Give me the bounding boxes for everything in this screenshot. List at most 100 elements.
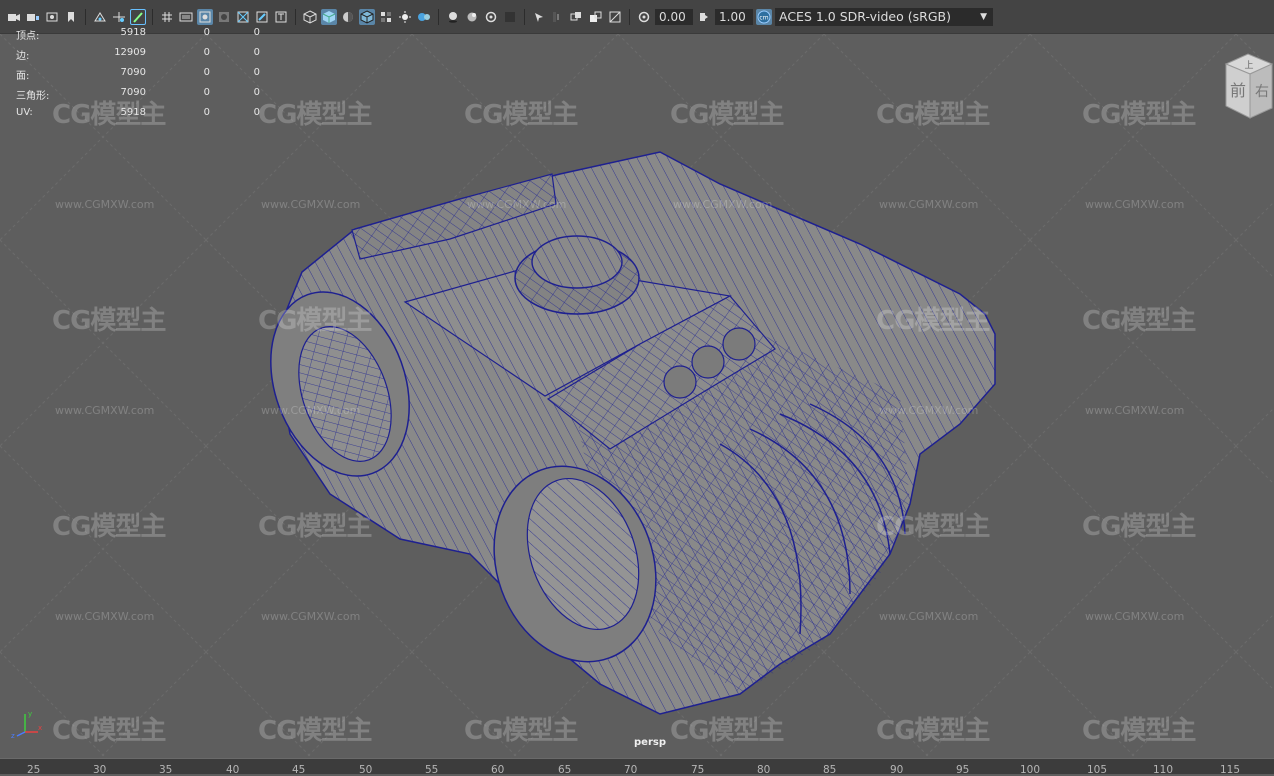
safe-title-icon[interactable]: [273, 9, 289, 25]
gamma-icon[interactable]: [696, 9, 712, 25]
axis-y-label: y: [28, 710, 32, 718]
camera-icon[interactable]: [6, 9, 22, 25]
watermark-url: www.CGMXW.com: [1085, 198, 1185, 211]
xray-active-icon[interactable]: [588, 9, 604, 25]
watermark-logo: CG模型主: [876, 306, 990, 336]
xray-icon[interactable]: [378, 9, 394, 25]
safe-action-icon[interactable]: [254, 9, 270, 25]
toolbar-separator: [524, 9, 525, 25]
ruler-tick: 115: [1220, 764, 1241, 776]
ruler-tick: 25: [27, 764, 41, 776]
anti-aliasing-icon[interactable]: [502, 9, 518, 25]
ruler-tick: 85: [823, 764, 837, 776]
grid-icon[interactable]: [159, 9, 175, 25]
gate-mask-icon[interactable]: [216, 9, 232, 25]
view-cube-front-label[interactable]: 前: [1230, 81, 1246, 100]
film-gate-icon[interactable]: [178, 9, 194, 25]
chevron-down-icon: ▼: [980, 12, 987, 22]
camera-lock-icon[interactable]: [25, 9, 41, 25]
watermark-url: www.CGMXW.com: [1085, 404, 1185, 417]
toolbar-separator: [295, 9, 296, 25]
viewport-canvas: [0, 34, 1274, 758]
motion-blur-icon[interactable]: [483, 9, 499, 25]
xray-joints-icon[interactable]: [569, 9, 585, 25]
watermark-logo: CG模型主: [258, 306, 372, 336]
bookmark-flag-icon[interactable]: [63, 9, 79, 25]
time-slider-ruler[interactable]: 25 30 35 40 45 50 55 60 65 70 75 80 85 9…: [0, 758, 1274, 776]
view-cube-right-label[interactable]: 右: [1255, 84, 1269, 100]
ruler-tick: 35: [159, 764, 173, 776]
wireframe-on-shaded-icon[interactable]: [359, 9, 375, 25]
watermark-logo: CG模型主: [464, 100, 578, 130]
wireframe-icon[interactable]: [302, 9, 318, 25]
smooth-shade-icon[interactable]: [321, 9, 337, 25]
textured-icon[interactable]: [397, 9, 413, 25]
watermark-logo: CG模型主: [670, 716, 784, 746]
watermark-logo: CG模型主: [52, 306, 166, 336]
gamma-field[interactable]: 1.00: [715, 9, 753, 25]
toolbar-separator: [152, 9, 153, 25]
watermark-url: www.CGMXW.com: [879, 404, 979, 417]
axis-gizmo: y x z: [11, 710, 42, 738]
watermark-logo: CG模型主: [1082, 716, 1196, 746]
ruler-tick: 75: [691, 764, 705, 776]
grease-pencil-icon[interactable]: [130, 9, 146, 25]
watermark-url: www.CGMXW.com: [261, 610, 361, 623]
ruler-tick: 110: [1153, 764, 1174, 776]
depth-of-field-icon[interactable]: [550, 9, 566, 25]
ruler-tick: 40: [226, 764, 240, 776]
axis-z-label: z: [11, 732, 15, 738]
exposure-icon[interactable]: [636, 9, 652, 25]
isolate-select-icon[interactable]: [531, 9, 547, 25]
watermark-logo: CG模型主: [258, 512, 372, 542]
ruler-tick: 60: [491, 764, 505, 776]
view-cube[interactable]: 上 前 右: [1222, 52, 1274, 122]
pan-zoom-icon[interactable]: [111, 9, 127, 25]
watermark-url: www.CGMXW.com: [55, 404, 155, 417]
ruler-tick: 100: [1020, 764, 1041, 776]
shadows-icon[interactable]: [445, 9, 461, 25]
watermark-url: www.CGMXW.com: [1085, 610, 1185, 623]
watermark-url: www.CGMXW.com: [261, 198, 361, 211]
toolbar-separator: [85, 9, 86, 25]
exposure-field[interactable]: 0.00: [655, 9, 693, 25]
ruler-tick: 95: [956, 764, 970, 776]
watermark-logo: CG模型主: [876, 716, 990, 746]
watermark-logo: CG模型主: [876, 100, 990, 130]
view-cube-top-label[interactable]: 上: [1244, 60, 1253, 71]
watermark-logo: CG模型主: [258, 100, 372, 130]
ruler-tick: 55: [425, 764, 439, 776]
watermark-url: www.CGMXW.com: [261, 404, 361, 417]
watermark-url: www.CGMXW.com: [55, 198, 155, 211]
resolution-gate-icon[interactable]: [197, 9, 213, 25]
toolbar-icons: 0.00 1.00 cm ACES 1.0 SDR-video (sRGB) ▼: [6, 7, 993, 27]
watermark-logo: CG模型主: [258, 716, 372, 746]
watermark-logo: CG模型主: [670, 100, 784, 130]
watermark-url: www.CGMXW.com: [55, 610, 155, 623]
camera-label: persp: [634, 737, 666, 748]
watermark-logo: CG模型主: [876, 512, 990, 542]
ruler-tick: 65: [558, 764, 572, 776]
backface-cull-icon[interactable]: [607, 9, 623, 25]
watermark-url: www.CGMXW.com: [879, 198, 979, 211]
default-material-icon[interactable]: [340, 9, 356, 25]
ruler-tick: 50: [359, 764, 373, 776]
watermark-logo: CG模型主: [1082, 100, 1196, 130]
axis-x-label: x: [38, 724, 42, 732]
watermark-logo: CG模型主: [52, 512, 166, 542]
color-management-icon[interactable]: cm: [756, 9, 772, 25]
watermark-url: www.CGMXW.com: [673, 198, 773, 211]
use-all-lights-icon[interactable]: [416, 9, 432, 25]
3d-viewport[interactable]: CG模型主 CG模型主 CG模型主 CG模型主 CG模型主 CG模型主 www.…: [0, 34, 1274, 758]
toolbar-separator: [629, 9, 630, 25]
ruler-tick: 90: [890, 764, 904, 776]
watermark-logo: CG模型主: [1082, 306, 1196, 336]
bookmark-icon[interactable]: [44, 9, 60, 25]
field-chart-icon[interactable]: [235, 9, 251, 25]
image-plane-icon[interactable]: [92, 9, 108, 25]
color-space-value: ACES 1.0 SDR-video (sRGB): [779, 9, 951, 24]
ruler-tick: 80: [757, 764, 771, 776]
color-space-dropdown[interactable]: ACES 1.0 SDR-video (sRGB) ▼: [775, 8, 993, 26]
screen-space-ao-icon[interactable]: [464, 9, 480, 25]
toolbar-separator: [438, 9, 439, 25]
